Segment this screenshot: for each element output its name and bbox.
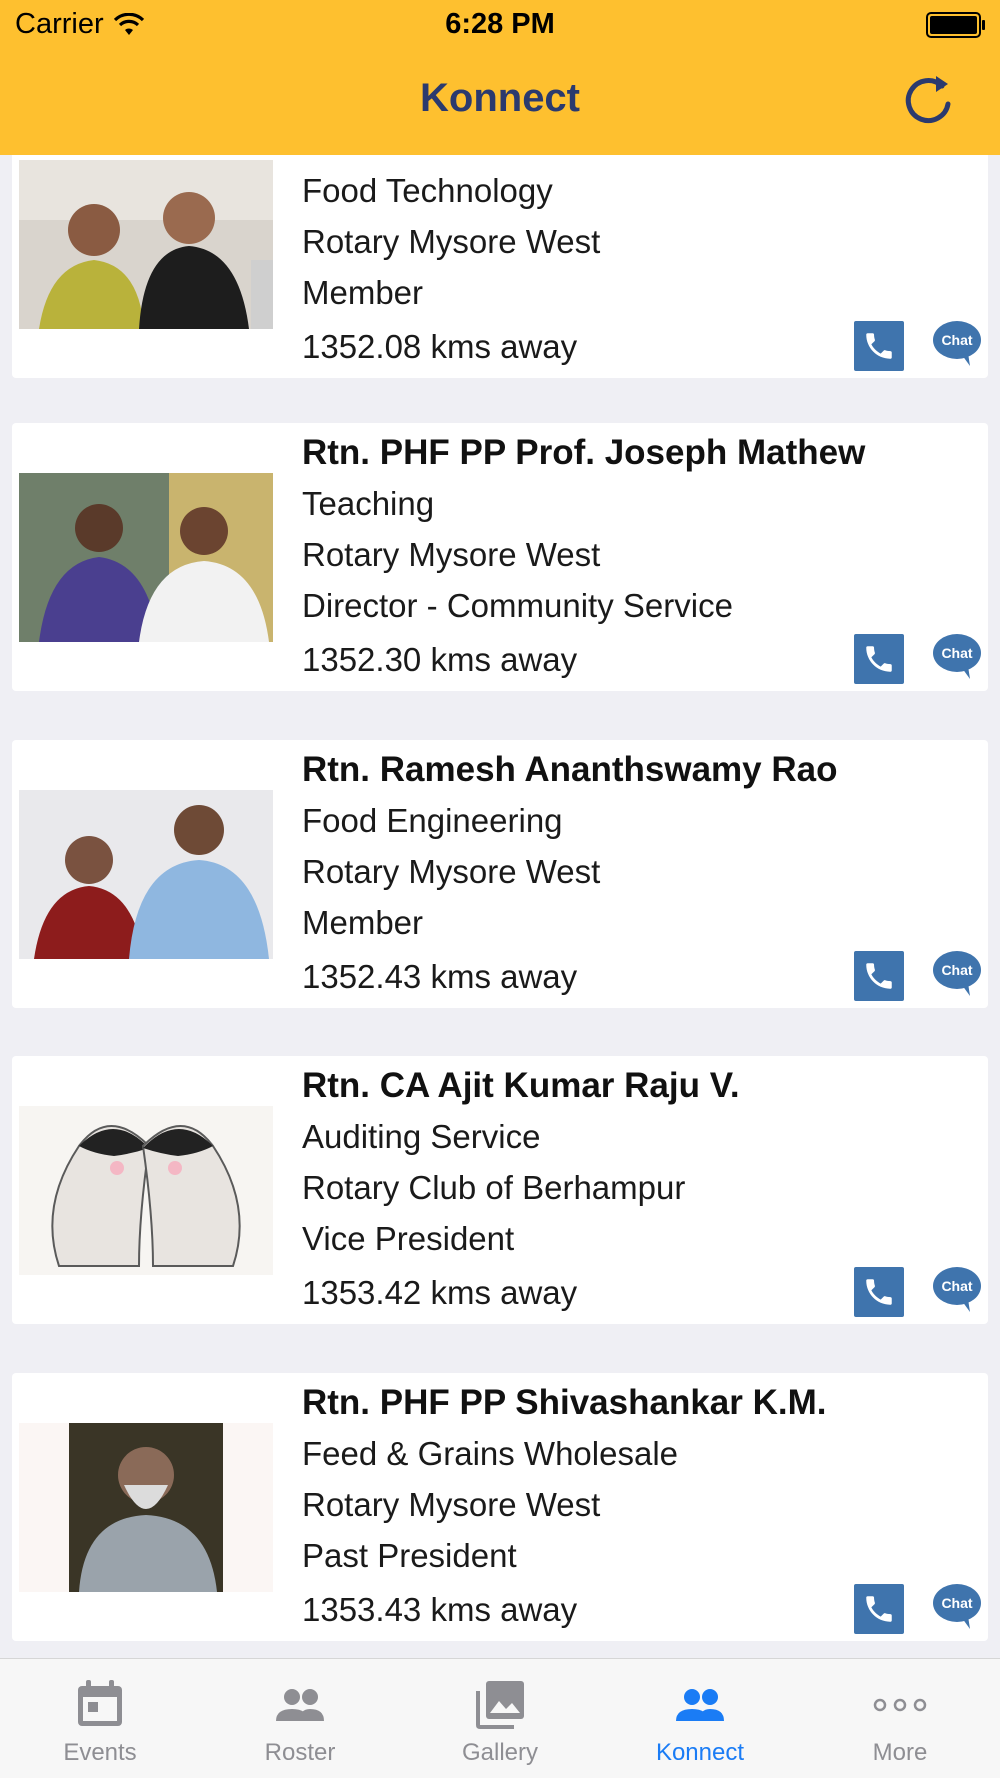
member-club: Rotary Mysore West [302,536,601,573]
header-bar: Carrier 6:28 PM Konnect [0,0,1000,155]
tab-bar: Events Roster Gallery Konnect More [0,1658,1000,1778]
member-role: Member [302,904,424,941]
tab-label: Events [63,1739,137,1766]
status-time: 6:28 PM [445,8,555,40]
phone-icon [866,333,892,359]
phone-icon [866,646,892,672]
chat-button[interactable]: Chat [932,949,982,999]
tab-events[interactable]: Events [0,1659,200,1778]
tab-label: Roster [264,1739,336,1766]
member-photo [19,1106,273,1275]
chat-label: Chat [941,1595,972,1611]
more-icon [873,1698,927,1712]
phone-icon [866,1279,892,1305]
chat-label: Chat [941,962,972,978]
tab-label: Gallery [461,1739,539,1766]
chat-label: Chat [941,332,972,348]
call-button[interactable] [854,634,904,684]
member-card[interactable]: Rtn. Ramesh Ananthswamy Rao Food Enginee… [12,740,988,1008]
refresh-icon[interactable] [902,72,956,128]
member-name: Rtn. PHF PP Shivashankar K.M. [302,1383,827,1422]
status-bar: Carrier 6:28 PM [0,0,1000,50]
member-card[interactable]: Rtn. PHF PP Shivashankar K.M. Feed & Gra… [12,1373,988,1641]
call-button[interactable] [854,1267,904,1317]
chat-icon: Chat [933,321,981,366]
tab-label: Konnect [655,1739,745,1766]
member-photo [19,1423,273,1592]
member-card[interactable]: Food Technology Rotary Mysore West Membe… [12,155,988,378]
member-profession: Food Engineering [302,802,563,839]
member-profession: Food Technology [302,172,553,209]
phone-icon [866,1596,892,1622]
member-list[interactable]: Food Technology Rotary Mysore West Membe… [0,155,1000,1658]
chat-button[interactable]: Chat [932,1265,982,1315]
member-role: Past President [302,1537,517,1574]
people-icon [676,1689,724,1721]
chat-icon: Chat [933,1267,981,1312]
chat-icon: Chat [933,1584,981,1629]
member-club: Rotary Mysore West [302,1486,601,1523]
people-icon [276,1689,324,1721]
member-name: Rtn. PHF PP Prof. Joseph Mathew [302,433,866,472]
member-photo [19,790,273,959]
member-photo [19,160,273,329]
member-club: Rotary Mysore West [302,853,601,890]
calendar-icon [78,1680,122,1726]
phone-icon [866,963,892,989]
member-distance: 1352.30 kms away [302,641,578,678]
call-button[interactable] [854,1584,904,1634]
tab-more[interactable]: More [800,1659,1000,1778]
member-role: Member [302,274,424,311]
member-club: Rotary Club of Berhampur [302,1169,686,1206]
chat-icon: Chat [933,634,981,679]
chat-button[interactable]: Chat [932,319,982,369]
call-button[interactable] [854,951,904,1001]
member-card[interactable]: Rtn. CA Ajit Kumar Raju V. Auditing Serv… [12,1056,988,1324]
member-distance: 1352.43 kms away [302,958,578,995]
call-button[interactable] [854,321,904,371]
member-photo [19,473,273,642]
member-profession: Feed & Grains Wholesale [302,1435,679,1472]
chat-button[interactable]: Chat [932,1582,982,1632]
tab-roster[interactable]: Roster [200,1659,400,1778]
member-role: Vice President [302,1220,515,1257]
battery-icon [926,12,985,38]
tab-konnect[interactable]: Konnect [600,1659,800,1778]
chat-button[interactable]: Chat [932,632,982,682]
member-distance: 1352.08 kms away [302,328,578,365]
member-profession: Teaching [302,485,435,522]
chat-label: Chat [941,645,972,661]
member-name: Rtn. CA Ajit Kumar Raju V. [302,1066,740,1105]
member-name: Rtn. Ramesh Ananthswamy Rao [302,750,838,789]
chat-label: Chat [941,1278,972,1294]
member-profession: Auditing Service [302,1118,541,1155]
member-distance: 1353.43 kms away [302,1591,578,1628]
member-role: Director - Community Service [302,587,733,624]
gallery-icon [476,1681,524,1729]
tab-label: More [872,1739,928,1766]
tab-gallery[interactable]: Gallery [400,1659,600,1778]
page-title: Konnect [420,76,580,120]
member-card[interactable]: Rtn. PHF PP Prof. Joseph Mathew Teaching… [12,423,988,691]
member-distance: 1353.42 kms away [302,1274,578,1311]
chat-icon: Chat [933,951,981,996]
member-club: Rotary Mysore West [302,223,601,260]
